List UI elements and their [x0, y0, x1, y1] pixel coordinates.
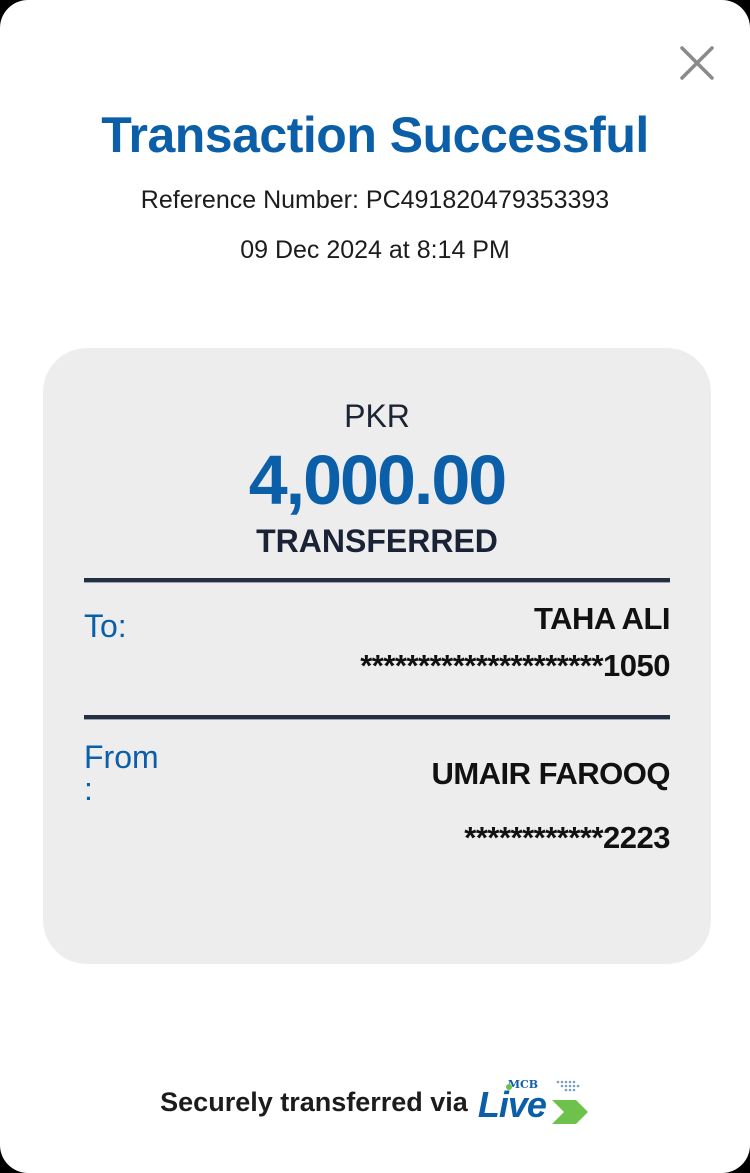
divider: [84, 578, 670, 583]
sender-name: UMAIR FAROOQ: [431, 756, 670, 791]
status-label: TRANSFERRED: [256, 523, 498, 559]
transaction-datetime: 09 Dec 2024 at 8:14 PM: [240, 236, 510, 264]
divider: [84, 715, 670, 720]
page-title: Transaction Successful: [101, 107, 649, 163]
from-label: From :: [84, 739, 159, 807]
close-button[interactable]: [678, 44, 716, 82]
close-icon: [680, 46, 714, 80]
reference-number: Reference Number: PC491820479353393: [140, 186, 610, 214]
receipt-card: PKR 4,000.00 TRANSFERRED To: TAHA ALI **…: [43, 348, 711, 964]
footer: Securely transferred via MCB Live: [0, 1078, 750, 1128]
footer-text: Securely transferred via: [160, 1086, 468, 1117]
recipient-account: *********************1050: [360, 648, 670, 683]
logo-arrow-icon: [551, 1100, 588, 1124]
sender-account: ************2223: [464, 820, 670, 855]
logo-wordmark: Live: [477, 1084, 547, 1125]
mcb-live-logo: MCB Live: [478, 1078, 590, 1126]
transaction-receipt-sheet: Transaction Successful Reference Number:…: [0, 0, 750, 1173]
currency-label: PKR: [344, 398, 410, 434]
amount-value: 4,000.00: [248, 441, 507, 519]
recipient-name: TAHA ALI: [533, 601, 671, 636]
to-label: To:: [84, 608, 127, 644]
